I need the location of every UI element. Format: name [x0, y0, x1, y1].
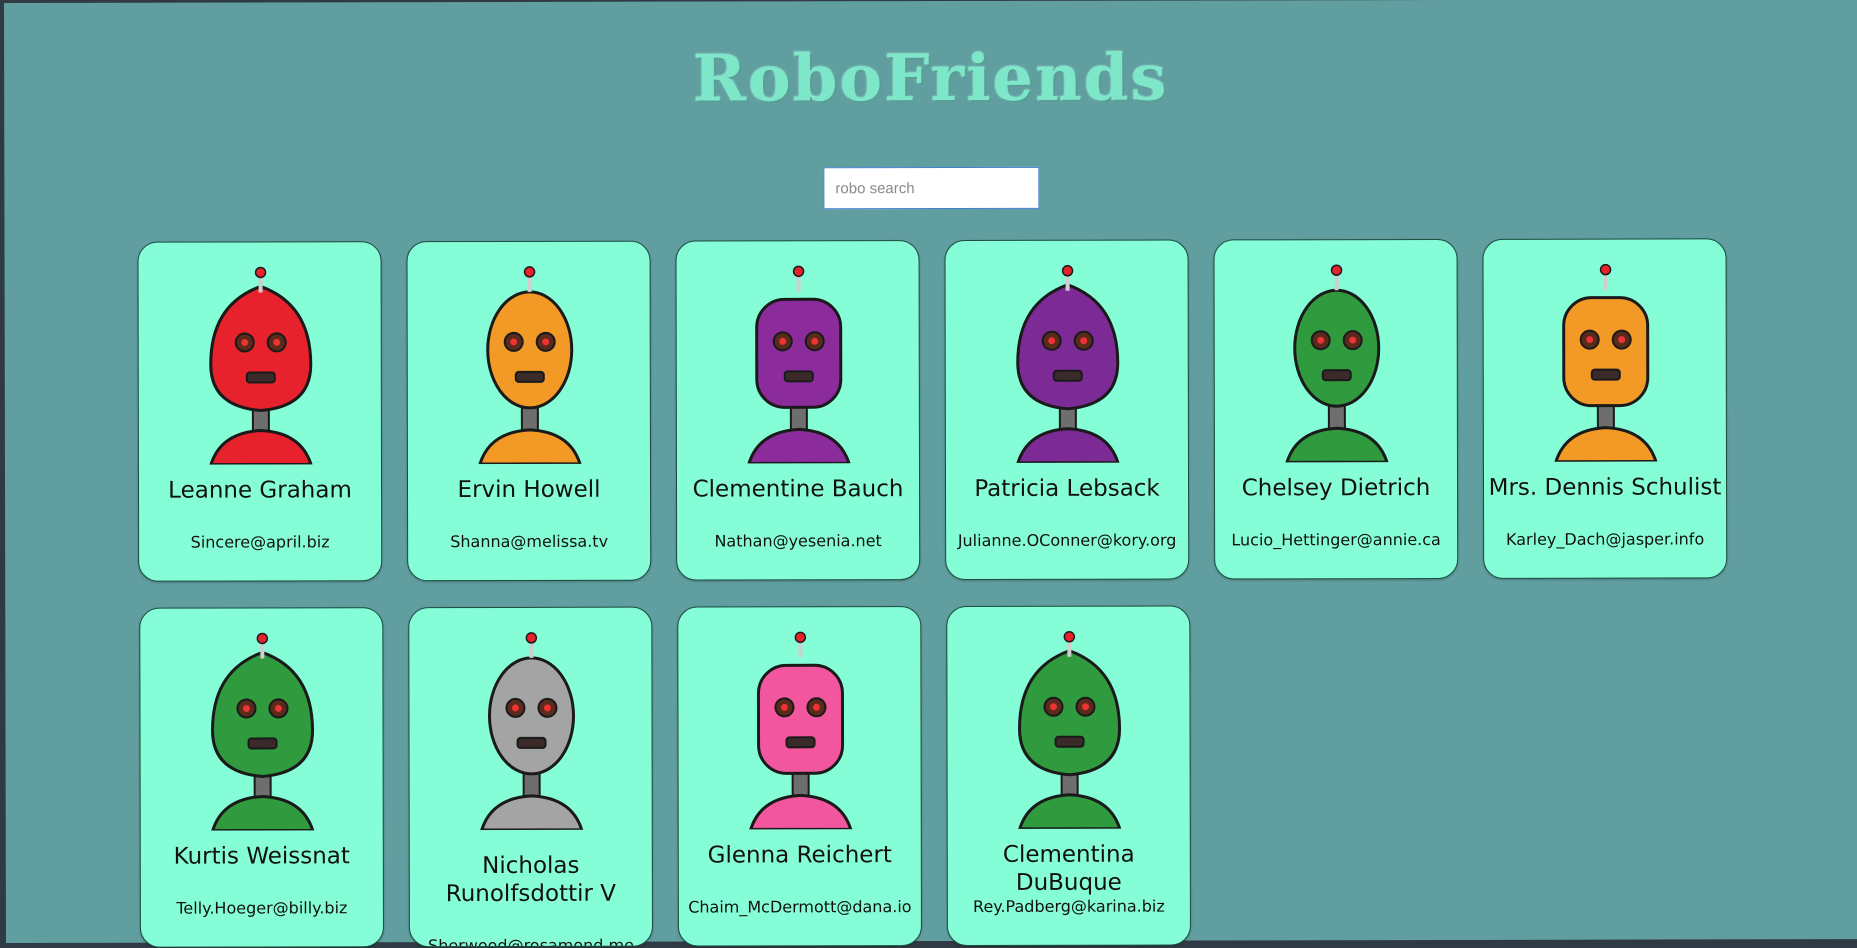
robot-red-avatar [161, 264, 361, 464]
robot-name: Ervin Howell [412, 476, 646, 504]
robot-name: Nicholas Runolfsdottir V [414, 852, 648, 908]
robot-email: Telly.Hoeger@billy.biz [143, 898, 381, 917]
robot-card[interactable]: Nicholas Runolfsdottir V Sherwood@rosamo… [408, 607, 653, 948]
robot-email: Lucio_Hettinger@annie.ca [1217, 530, 1455, 549]
robot-name: Chelsey Dietrich [1219, 474, 1453, 502]
robot-orange-avatar [1506, 261, 1706, 461]
robot-purple-avatar [968, 263, 1168, 463]
robot-email: Rey.Padberg@karina.biz [950, 897, 1188, 916]
robot-card[interactable]: Clementine Bauch Nathan@yesenia.net [675, 240, 920, 581]
robot-name: Glenna Reichert [683, 841, 917, 869]
robot-green-avatar [1237, 262, 1437, 462]
robot-card[interactable]: Patricia Lebsack Julianne.OConner@kory.o… [944, 240, 1189, 581]
robot-email: Sincere@april.biz [141, 532, 379, 551]
robot-purple-avatar [699, 263, 899, 463]
robot-name: Mrs. Dennis Schulist [1488, 473, 1722, 501]
page-title: RoboFriends [4, 39, 1857, 118]
robot-gray-avatar [431, 630, 631, 830]
robot-name: Patricia Lebsack [950, 475, 1184, 503]
robot-email: Karley_Dach@jasper.info [1486, 529, 1724, 548]
robot-pink-avatar [700, 629, 900, 829]
robot-name: Leanne Graham [143, 476, 377, 504]
robot-email: Sherwood@rosamond.me [412, 936, 650, 948]
robot-email: Julianne.OConner@kory.org [948, 531, 1186, 550]
robot-card[interactable]: Kurtis Weissnat Telly.Hoeger@billy.biz [139, 607, 384, 948]
robot-name: Clementine Bauch [681, 475, 915, 503]
robot-email: Chaim_McDermott@dana.io [681, 897, 919, 916]
robot-name: Kurtis Weissnat [145, 842, 379, 870]
search-input[interactable] [823, 167, 1039, 209]
robot-card[interactable]: Mrs. Dennis Schulist Karley_Dach@jasper.… [1482, 238, 1727, 579]
robot-green-avatar [162, 630, 362, 830]
robot-card[interactable]: Clementina DuBuque Rey.Padberg@karina.bi… [946, 606, 1191, 947]
robot-email: Shanna@melissa.tv [410, 532, 648, 551]
robot-card[interactable]: Ervin Howell Shanna@melissa.tv [406, 241, 651, 582]
robot-card[interactable]: Chelsey Dietrich Lucio_Hettinger@annie.c… [1213, 239, 1458, 580]
robot-email: Nathan@yesenia.net [679, 531, 917, 550]
robot-card[interactable]: Leanne Graham Sincere@april.biz [138, 241, 383, 582]
robot-orange-avatar [430, 264, 630, 464]
robot-name: Clementina DuBuque [952, 841, 1186, 897]
app-page: RoboFriends Leanne Graham Sincere@april.… [4, 0, 1857, 943]
robot-green-avatar [969, 629, 1169, 829]
robot-card[interactable]: Glenna Reichert Chaim_McDermott@dana.io [677, 606, 922, 947]
